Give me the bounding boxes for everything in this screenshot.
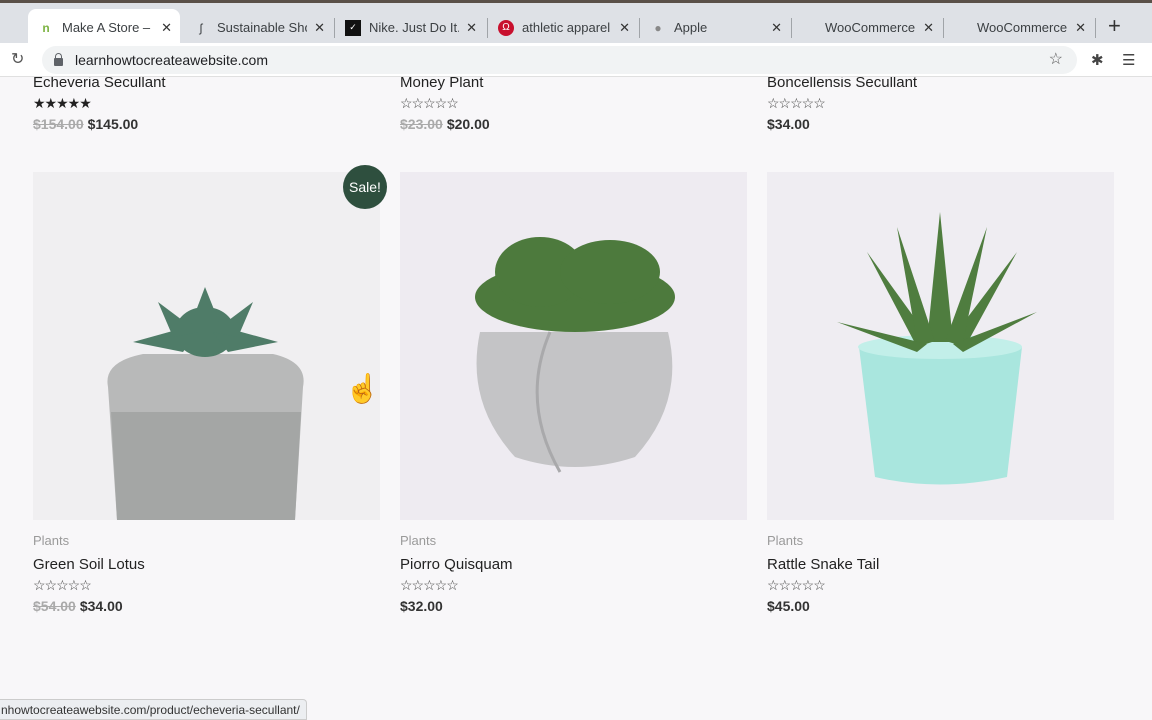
product-card[interactable]: Plants Rattle Snake Tail ☆☆☆☆☆ $45.00 — [767, 172, 1114, 614]
new-tab-button[interactable]: + — [1108, 13, 1121, 39]
product-card[interactable]: Boncellensis Secullant ☆☆☆☆☆ $34.00 — [767, 77, 1114, 132]
allbirds-icon: ʃ — [199, 20, 203, 35]
product-image[interactable] — [767, 172, 1114, 520]
product-image[interactable] — [33, 172, 380, 520]
tab-apple[interactable]: ● Apple ✕ — [640, 9, 790, 46]
aloe-mint-pot-image — [837, 212, 1037, 485]
sale-badge: Sale! — [343, 165, 387, 209]
product-card[interactable]: Echeveria Secullant ★★★★★ $154.00 $145.00 — [33, 77, 380, 132]
old-price: $154.00 — [33, 116, 84, 132]
close-tab-icon[interactable]: ✕ — [923, 20, 934, 36]
close-tab-icon[interactable]: ✕ — [314, 20, 325, 36]
url-text[interactable]: learnhowtocreateawebsite.com — [75, 52, 268, 68]
tab-sustainable[interactable]: ʃ Sustainable Sho ✕ — [183, 9, 333, 46]
lock-icon — [54, 53, 63, 66]
product-category[interactable]: Plants — [767, 533, 1114, 548]
star-rating: ☆☆☆☆☆ — [400, 577, 459, 593]
tab-label: athletic apparel — [522, 20, 611, 35]
price: $32.00 — [400, 598, 443, 614]
close-tab-icon[interactable]: ✕ — [466, 20, 477, 36]
tab-label: Nike. Just Do It. — [369, 20, 459, 35]
close-tab-icon[interactable]: ✕ — [771, 20, 782, 36]
price: $34.00 — [79, 598, 123, 614]
product-card[interactable]: Plants Green Soil Lotus ☆☆☆☆☆ $54.00 $34.… — [33, 172, 380, 614]
product-title[interactable]: Rattle Snake Tail — [767, 556, 1114, 573]
product-category[interactable]: Plants — [400, 533, 747, 548]
tab-label: Apple — [674, 20, 708, 35]
product-image[interactable] — [400, 172, 747, 520]
reload-icon[interactable]: ↻ — [11, 49, 24, 69]
star-rating: ★★★★★ — [33, 95, 92, 111]
star-rating: ☆☆☆☆☆ — [400, 95, 459, 111]
star-rating: ☆☆☆☆☆ — [33, 577, 92, 593]
tab-lululemon[interactable]: Ωathletic apparel ✕ — [488, 9, 638, 46]
address-bar[interactable]: learnhowtocreateawebsite.com ☆ — [42, 46, 1077, 74]
close-tab-icon[interactable]: ✕ — [1075, 20, 1086, 36]
shop-page: Echeveria Secullant ★★★★★ $154.00 $145.00… — [0, 77, 1152, 720]
bookmark-star-icon[interactable]: ☆ — [1049, 49, 1063, 69]
product-card[interactable]: Money Plant ☆☆☆☆☆ $23.00 $20.00 — [400, 77, 747, 132]
lululemon-icon: Ω — [498, 19, 514, 36]
product-title[interactable]: Boncellensis Secullant — [767, 77, 1114, 91]
tab-bar: n Make A Store – L ✕ ʃ Sustainable Sho ✕ ✓ Ni… — [0, 0, 1152, 46]
reading-list-icon[interactable]: ☰ — [1122, 51, 1135, 69]
succulent-concrete-pot-image — [107, 287, 304, 520]
product-card[interactable]: Plants Piorro Quisquam ☆☆☆☆☆ $32.00 — [400, 172, 747, 614]
old-price: $54.00 — [33, 598, 76, 614]
nike-icon: ✓ — [345, 19, 361, 36]
close-tab-icon[interactable]: ✕ — [619, 20, 630, 36]
product-title[interactable]: Green Soil Lotus — [33, 556, 380, 573]
star-rating: ☆☆☆☆☆ — [767, 95, 826, 111]
apple-icon: ● — [654, 20, 662, 35]
n-favicon-icon: n — [42, 20, 50, 35]
tab-nike[interactable]: ✓ Nike. Just Do It. ✕ — [335, 9, 485, 46]
extensions-icon[interactable]: ✱ — [1091, 51, 1104, 69]
moss-concrete-pot-image — [475, 237, 675, 473]
old-price: $23.00 — [400, 116, 443, 132]
tab-label: Make A Store – L — [62, 20, 152, 35]
close-tab-icon[interactable]: ✕ — [161, 20, 172, 36]
product-title[interactable]: Echeveria Secullant — [33, 77, 380, 91]
tab-woocommerce-2[interactable]: WooCommerce ✕ — [944, 9, 1094, 46]
price: $20.00 — [446, 116, 490, 132]
tab-woocommerce-1[interactable]: WooCommerce ✕ — [792, 9, 942, 46]
price: $45.00 — [767, 598, 810, 614]
product-title[interactable]: Money Plant — [400, 77, 747, 91]
product-title[interactable]: Piorro Quisquam — [400, 556, 747, 573]
product-category[interactable]: Plants — [33, 533, 380, 548]
tab-label: Sustainable Sho — [217, 20, 307, 35]
tab-label: WooCommerce — [977, 20, 1067, 35]
browser-toolbar: ↻ learnhowtocreateawebsite.com ☆ ✱ ☰ — [0, 43, 1152, 77]
price: $145.00 — [87, 116, 139, 132]
tab-label: WooCommerce — [825, 20, 915, 35]
star-rating: ☆☆☆☆☆ — [767, 577, 826, 593]
status-bar-url: nhowtocreateawebsite.com/product/echever… — [0, 699, 307, 720]
price: $34.00 — [767, 116, 810, 132]
tab-make-a-store[interactable]: n Make A Store – L ✕ — [28, 9, 180, 46]
hand-cursor-icon: ☝ — [345, 373, 380, 404]
